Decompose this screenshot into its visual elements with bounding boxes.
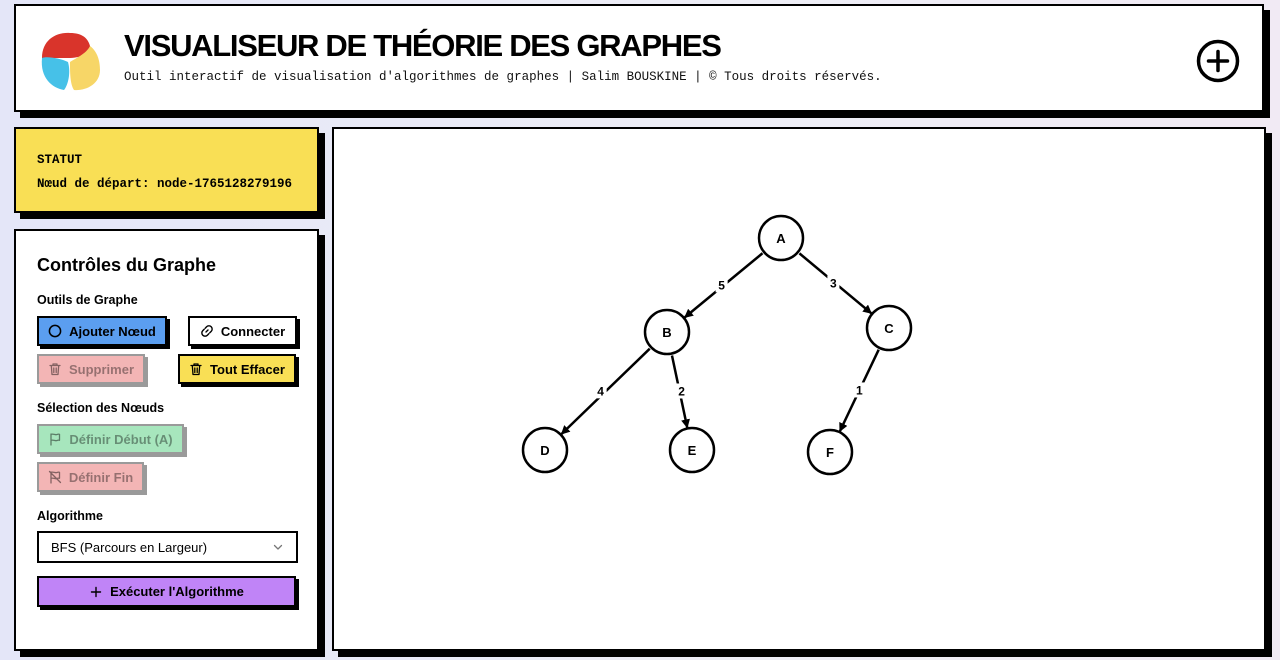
app-header: VISUALISEUR DE THÉORIE DES GRAPHES Outil…: [14, 4, 1264, 112]
app-subtitle: Outil interactif de visualisation d'algo…: [124, 70, 882, 84]
chevron-down-icon: [273, 544, 283, 550]
status-title: STATUT: [37, 153, 83, 167]
set-start-label: Définir Début (A): [69, 431, 173, 447]
graph-node-b[interactable]: B: [643, 308, 691, 356]
graph-svg[interactable]: 5 3 4 2 1 A B C D E F: [334, 129, 1264, 649]
add-node-button[interactable]: Ajouter Nœud: [37, 316, 167, 346]
edge-weight-label: 1: [856, 383, 863, 397]
app-title: VISUALISEUR DE THÉORIE DES GRAPHES: [124, 28, 722, 63]
plus-circle-icon: [1196, 39, 1240, 83]
edge-weight-label: 4: [597, 384, 604, 398]
algorithm-label: Algorithme: [37, 509, 103, 523]
algorithm-selected-value: BFS (Parcours en Largeur): [51, 539, 208, 555]
graph-tools-label: Outils de Graphe: [37, 293, 138, 307]
graph-node-d[interactable]: D: [521, 426, 569, 474]
graph-controls-panel: Contrôles du Graphe Outils de Graphe Ajo…: [14, 229, 319, 651]
app-logo-icon: [41, 32, 100, 91]
add-node-label: Ajouter Nœud: [69, 323, 156, 339]
node-label: E: [688, 443, 697, 458]
link-icon: [201, 325, 213, 337]
status-panel: STATUT Nœud de départ: node-176512827919…: [14, 127, 319, 213]
set-end-label: Définir Fin: [68, 469, 134, 485]
set-end-button[interactable]: Définir Fin: [37, 462, 144, 492]
run-algorithm-button[interactable]: Exécuter l'Algorithme: [37, 576, 296, 607]
delete-button[interactable]: Supprimer: [37, 354, 145, 384]
set-start-button[interactable]: Définir Début (A): [37, 424, 184, 454]
edge-weight-label: 5: [718, 278, 725, 292]
edge-weight-label: 2: [678, 384, 685, 398]
graph-node-e[interactable]: E: [668, 426, 716, 474]
node-selection-label: Sélection des Nœuds: [37, 401, 165, 415]
controls-title: Contrôles du Graphe: [37, 255, 217, 275]
node-label: F: [826, 445, 834, 460]
add-graph-button[interactable]: [1196, 39, 1240, 83]
circle-icon: [48, 324, 62, 338]
node-label: A: [776, 231, 786, 246]
graph-node-c[interactable]: C: [865, 304, 913, 352]
node-label: D: [540, 443, 549, 458]
status-message: Nœud de départ: node-1765128279196: [37, 177, 293, 191]
run-algorithm-label: Exécuter l'Algorithme: [110, 584, 244, 599]
clear-all-label: Tout Effacer: [210, 361, 285, 377]
flag-icon: [50, 433, 61, 446]
algorithm-select[interactable]: BFS (Parcours en Largeur): [37, 531, 298, 563]
graph-node-a[interactable]: A: [757, 214, 805, 262]
trash-icon: [49, 363, 61, 376]
node-label: B: [662, 325, 671, 340]
graph-node-f[interactable]: F: [806, 428, 854, 476]
flag-off-icon: [48, 470, 62, 484]
delete-label: Supprimer: [68, 361, 134, 377]
graph-canvas[interactable]: 5 3 4 2 1 A B C D E F: [332, 127, 1266, 651]
node-label: C: [884, 321, 894, 336]
plus-icon: [90, 586, 102, 597]
trash-icon: [190, 363, 202, 376]
clear-all-button[interactable]: Tout Effacer: [178, 354, 296, 384]
connect-label: Connecter: [220, 323, 286, 339]
connect-button[interactable]: Connecter: [188, 316, 297, 346]
edge-weight-label: 3: [830, 276, 837, 290]
